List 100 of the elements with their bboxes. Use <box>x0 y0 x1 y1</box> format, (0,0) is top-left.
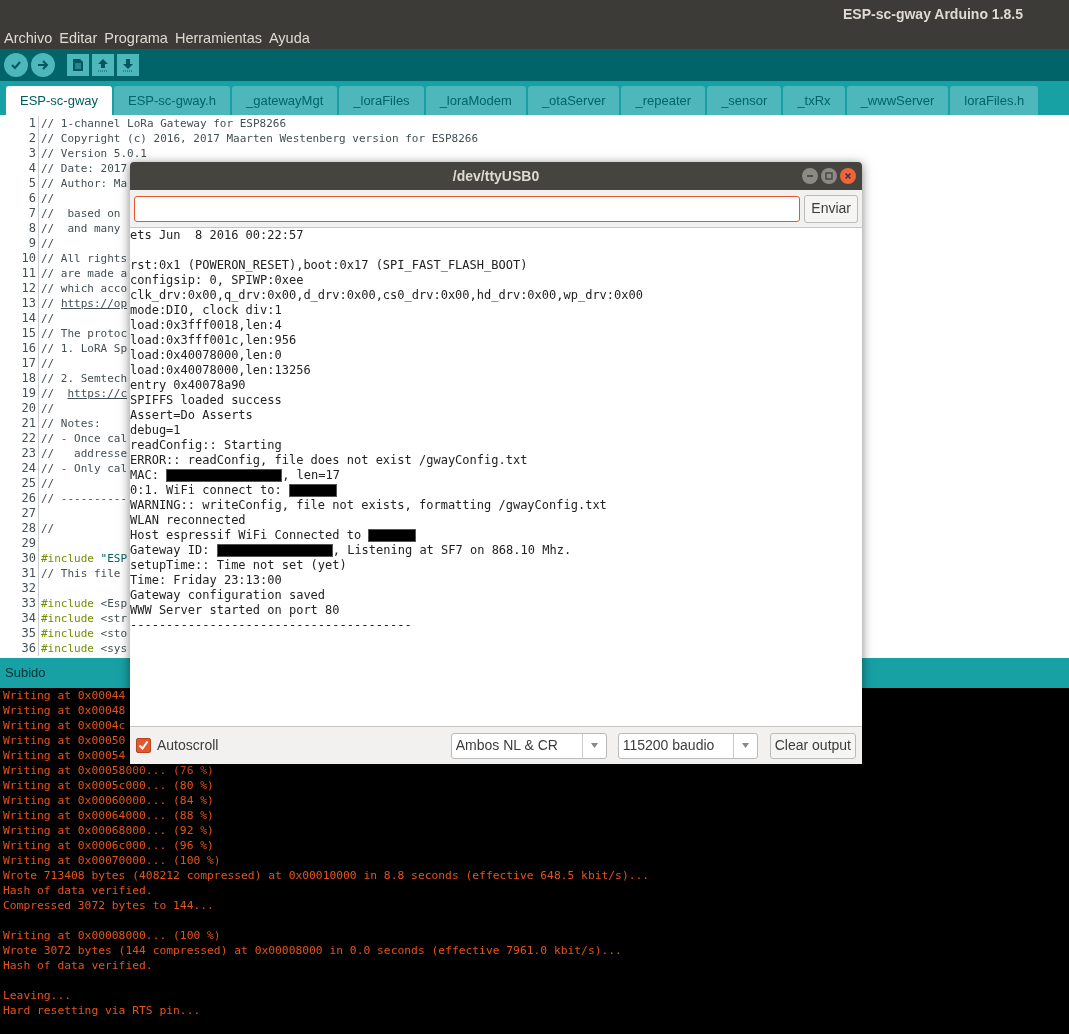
line-number: 4 <box>0 161 39 176</box>
file-tab[interactable]: ESP-sc-gway <box>6 86 113 115</box>
serial-text: load:0x3fff0018,len:4 <box>130 318 282 333</box>
serial-text: readConfig:: Starting <box>130 438 282 453</box>
line-ending-dropdown[interactable]: Ambos NL & CR <box>450 732 607 759</box>
code-text: // addresse <box>41 446 128 461</box>
console-line: Writing at 0x0004c <box>3 718 126 733</box>
upload-button[interactable] <box>31 53 55 77</box>
console-line: Writing at 0x00008000... (100 %) <box>3 928 221 943</box>
dropdown-caret-icon <box>590 743 598 748</box>
minimize-icon <box>806 172 814 180</box>
arrow-right-icon <box>37 59 49 71</box>
minimize-button[interactable] <box>802 168 818 184</box>
line-number: 15 <box>0 326 39 341</box>
code-link[interactable]: https://op <box>60 296 128 311</box>
console-line: Writing at 0x00050 <box>3 733 126 748</box>
upload-arrow-icon <box>97 58 109 72</box>
code-text: // <box>41 356 55 371</box>
console-line: Wrote 713408 bytes (408212 compressed) at 0x00010000 in 8.8 seconds (effective 648.5 kbit/s)... <box>3 868 650 883</box>
menu-item[interactable]: Programa <box>104 27 168 50</box>
dialog-title: /dev/ttyUSB0 <box>452 166 540 186</box>
line-number: 7 <box>0 206 39 221</box>
line-number: 16 <box>0 341 39 356</box>
serial-text: Host espressif WiFi Connected to <box>130 528 363 543</box>
console-line: Writing at 0x00048 <box>3 703 126 718</box>
new-button[interactable] <box>67 54 89 76</box>
console-line: Writing at 0x0005c000... (80 %) <box>3 778 214 793</box>
download-arrow-icon <box>122 58 134 72</box>
line-number: 10 <box>0 251 39 266</box>
line-number: 20 <box>0 401 39 416</box>
line-number: 17 <box>0 356 39 371</box>
redaction-bar <box>368 529 417 542</box>
code-text: // <box>41 386 56 401</box>
checkmark-icon <box>138 740 149 751</box>
console-line: Hash of data verified. <box>3 883 153 898</box>
code-text: // This file <box>41 566 121 581</box>
code-text: <sys <box>99 641 128 656</box>
code-text: // <box>41 476 55 491</box>
menu-item[interactable]: Archivo <box>4 27 53 50</box>
line-number: 12 <box>0 281 39 296</box>
serial-text: 0:1. WiFi connect to: <box>130 483 283 498</box>
send-input-field[interactable] <box>134 195 801 222</box>
autoscroll-checkbox[interactable] <box>136 738 151 753</box>
close-icon <box>844 172 852 180</box>
code-text: // Author: Ma <box>41 176 128 191</box>
maximize-button[interactable] <box>821 168 837 184</box>
console-line: Writing at 0x00054 <box>3 748 126 763</box>
code-link[interactable]: https://c <box>67 386 128 401</box>
save-button[interactable] <box>117 54 139 76</box>
line-number: 30 <box>0 551 39 566</box>
code-text: // <box>41 191 55 206</box>
serial-text: WLAN reconnected <box>130 513 246 528</box>
line-number: 25 <box>0 476 39 491</box>
code-text: // 1. LoRA Sp <box>41 341 128 356</box>
menu-item[interactable]: Ayuda <box>268 27 310 50</box>
line-number: 19 <box>0 386 39 401</box>
console-line: Writing at 0x00044 <box>3 688 126 703</box>
console-line: Wrote 3072 bytes (144 compressed) at 0x00008000 in 0.0 seconds (effective 7961.0 kbit/s)... <box>3 943 622 958</box>
code-text: // 2. Semtech <box>41 371 128 386</box>
baud-rate-dropdown[interactable]: 115200 baudio <box>617 732 758 759</box>
send-button[interactable]: Enviar <box>804 194 858 223</box>
code-text: "ESP <box>99 551 128 566</box>
line-number: 24 <box>0 461 39 476</box>
code-text: #include <box>41 551 94 566</box>
close-button[interactable] <box>840 168 856 184</box>
code-text: // <box>41 521 55 536</box>
line-number: 9 <box>0 236 39 251</box>
console-line: Leaving... <box>3 988 71 1003</box>
code-text: // are made a <box>41 266 128 281</box>
verify-button[interactable] <box>4 53 28 77</box>
serial-text: SPIFFS loaded success <box>130 393 282 408</box>
serial-text: ets Jun 8 2016 00:22:57 <box>130 228 304 243</box>
line-number: 33 <box>0 596 39 611</box>
serial-text: setupTime:: Time not set (yet) <box>130 558 347 573</box>
serial-text: configsip: 0, SPIWP:0xee <box>130 273 304 288</box>
code-text: // ---------- <box>41 491 128 506</box>
serial-text: rst:0x1 (POWERON_RESET),boot:0x17 (SPI_FAST_FLASH_BOOT) <box>130 258 528 273</box>
line-number: 36 <box>0 641 39 656</box>
console-line: Writing at 0x00064000... (88 %) <box>3 808 214 823</box>
open-button[interactable] <box>92 54 114 76</box>
clear-output-button[interactable]: Clear output <box>769 732 856 759</box>
code-text: // All rights <box>41 251 128 266</box>
code-text: #include <box>41 596 94 611</box>
serial-text: , len=17 <box>282 468 340 483</box>
code-text: // Copyright (c) 2016, 2017 Maarten Westenberg version for ESP8266 <box>41 131 479 146</box>
line-number: 8 <box>0 221 39 236</box>
code-text: // based on <box>41 206 121 221</box>
serial-text: MAC: <box>130 468 160 483</box>
line-number: 28 <box>0 521 39 536</box>
console-line: Writing at 0x0006c000... (96 %) <box>3 838 214 853</box>
code-text: <Esp <box>99 596 128 611</box>
line-number: 18 <box>0 371 39 386</box>
menu-item[interactable]: Herramientas <box>174 27 262 50</box>
menu-item[interactable]: Editar <box>59 27 98 50</box>
serial-text: mode:DIO, clock div:1 <box>130 303 282 318</box>
maximize-icon <box>825 172 833 180</box>
code-text: <str <box>99 611 128 626</box>
line-number: 11 <box>0 266 39 281</box>
code-text: // The protoc <box>41 326 128 341</box>
line-number: 13 <box>0 296 39 311</box>
